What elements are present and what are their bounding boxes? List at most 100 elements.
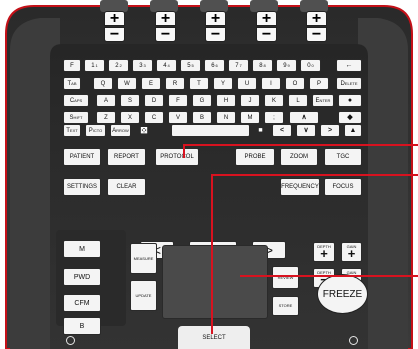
key-e[interactable]: E <box>141 77 161 90</box>
key-caret[interactable]: ∧ <box>289 111 319 124</box>
key-x[interactable]: X <box>120 111 140 124</box>
settings-button[interactable]: SETTINGS <box>63 178 101 196</box>
key-j[interactable]: J <box>240 94 260 107</box>
key-d[interactable]: D <box>144 94 164 107</box>
select-button[interactable]: SELECT <box>178 326 250 349</box>
key-5[interactable]: 55 <box>180 59 201 72</box>
freeze-button[interactable]: FREEZE <box>317 274 368 314</box>
key-k[interactable]: K <box>264 94 284 107</box>
tgc-plus-button[interactable]: + <box>306 10 327 26</box>
down-arrow-icon: ∨ <box>303 127 309 134</box>
backspace-key[interactable]: ← <box>336 59 362 72</box>
left-arrow-icon: < <box>279 127 285 134</box>
key-square[interactable]: ■ <box>252 124 269 137</box>
key-tab[interactable]: Tab <box>63 77 81 90</box>
callout-line-trackpad <box>240 275 418 277</box>
update-button[interactable]: UPDATE <box>130 280 157 311</box>
key-dot[interactable]: ● <box>338 94 362 107</box>
key-p[interactable]: P <box>309 77 329 90</box>
protocol-button[interactable]: PROTOCOL <box>155 148 199 166</box>
key-7[interactable]: 77 <box>228 59 249 72</box>
tgc-minus-button[interactable]: − <box>256 26 277 42</box>
key-f[interactable]: F <box>63 59 81 72</box>
tgc-minus-button[interactable]: − <box>306 26 327 42</box>
key-6[interactable]: 66 <box>204 59 225 72</box>
key-1[interactable]: 11 <box>84 59 105 72</box>
key-text[interactable]: Text <box>63 124 81 137</box>
tgc-plus-button[interactable]: + <box>205 10 226 26</box>
key-enter[interactable]: Enter <box>312 94 334 107</box>
tgc-plus-button[interactable]: + <box>155 10 176 26</box>
key-s[interactable]: S <box>120 94 140 107</box>
tgc-plus-button[interactable]: + <box>256 10 277 26</box>
key-shift[interactable]: Shift <box>63 111 89 124</box>
key-o[interactable]: O <box>285 77 305 90</box>
key-9[interactable]: 99 <box>276 59 297 72</box>
key-w[interactable]: W <box>117 77 137 90</box>
key-diamond[interactable]: ◆ <box>338 111 362 124</box>
key-l[interactable]: L <box>288 94 308 107</box>
key-4[interactable]: 44 <box>156 59 177 72</box>
key-right[interactable]: > <box>320 124 340 137</box>
zoom-button[interactable]: ZOOM <box>280 148 318 166</box>
key-u[interactable]: U <box>237 77 257 90</box>
tgc-button[interactable]: TGC <box>324 148 362 166</box>
key-t[interactable]: T <box>189 77 209 90</box>
key-semicolon[interactable]: ; <box>264 111 284 124</box>
tgc-slider-5[interactable]: + − <box>306 10 327 43</box>
measure-button[interactable]: MEASURE <box>130 243 157 274</box>
tgc-slider-4[interactable]: + − <box>256 10 277 43</box>
tgc-minus-button[interactable]: − <box>205 26 226 42</box>
key-i[interactable]: I <box>261 77 281 90</box>
tgc-minus-button[interactable]: − <box>155 26 176 42</box>
key-picto[interactable]: Picto <box>85 124 106 137</box>
key-m[interactable]: M <box>240 111 260 124</box>
key-down[interactable]: ∨ <box>296 124 316 137</box>
key-b[interactable]: B <box>192 111 212 124</box>
focus-button[interactable]: FOCUS <box>324 178 362 196</box>
key-cross-box[interactable]: ⊠ <box>134 124 154 137</box>
key-2[interactable]: 22 <box>108 59 129 72</box>
gain-plus-button[interactable]: GAIN + <box>341 242 362 262</box>
tgc-plus-button[interactable]: + <box>104 10 125 26</box>
tgc-slider-3[interactable]: + − <box>205 10 226 43</box>
key-8[interactable]: 88 <box>252 59 273 72</box>
tgc-minus-button[interactable]: − <box>104 26 125 42</box>
tgc-slider-1[interactable]: + − <box>104 10 125 43</box>
key-c[interactable]: C <box>144 111 164 124</box>
key-3[interactable]: 33 <box>132 59 153 72</box>
backspace-arrow-icon: ← <box>345 62 353 69</box>
review-button[interactable]: REVIEW <box>272 266 299 289</box>
key-caps[interactable]: Caps <box>63 94 89 107</box>
clear-button[interactable]: CLEAR <box>107 178 146 196</box>
probe-button[interactable]: PROBE <box>235 148 275 166</box>
spacebar[interactable] <box>171 124 250 137</box>
key-f-letter[interactable]: F <box>168 94 188 107</box>
key-v[interactable]: V <box>168 111 188 124</box>
key-z[interactable]: Z <box>96 111 116 124</box>
key-a[interactable]: A <box>96 94 116 107</box>
mode-cfm-button[interactable]: CFM <box>63 294 101 312</box>
key-left[interactable]: < <box>272 124 292 137</box>
trackpad[interactable] <box>162 245 268 319</box>
callout-line-select-vertical <box>211 174 213 334</box>
key-y[interactable]: Y <box>213 77 233 90</box>
key-n[interactable]: N <box>216 111 236 124</box>
tgc-slider-2[interactable]: + − <box>155 10 176 43</box>
depth-plus-button[interactable]: DEPTH + <box>313 242 335 262</box>
patient-button[interactable]: PATIENT <box>63 148 101 166</box>
key-q[interactable]: Q <box>93 77 113 90</box>
key-r[interactable]: R <box>165 77 185 90</box>
store-button[interactable]: STORE <box>272 296 299 316</box>
mode-m-button[interactable]: M <box>63 240 101 258</box>
key-up[interactable]: ▲ <box>344 124 362 137</box>
mode-pwd-button[interactable]: PWD <box>63 268 101 286</box>
key-h[interactable]: H <box>216 94 236 107</box>
frequency-button[interactable]: FREQUENCY <box>280 178 320 196</box>
key-arrow[interactable]: Arrow <box>110 124 131 137</box>
key-0[interactable]: 00 <box>300 59 321 72</box>
report-button[interactable]: REPORT <box>107 148 146 166</box>
key-g[interactable]: G <box>192 94 212 107</box>
key-delete[interactable]: Delete <box>336 77 362 90</box>
mode-b-button[interactable]: B <box>63 317 101 335</box>
